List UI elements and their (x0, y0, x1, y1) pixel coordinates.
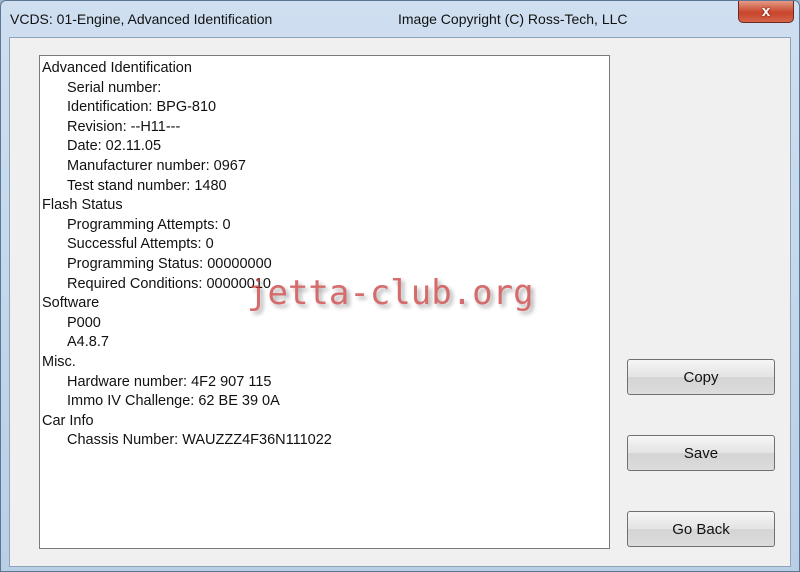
copyright-text: Image Copyright (C) Ross-Tech, LLC (398, 11, 628, 27)
info-line: Serial number: (67, 79, 162, 96)
info-line: P000 (67, 314, 101, 331)
info-line: Manufacturer number: 0967 (67, 157, 246, 174)
info-line: Immo IV Challenge: 62 BE 39 0A (67, 393, 280, 410)
watermark: jetta-club.org (247, 273, 534, 313)
save-button[interactable]: Save (627, 435, 775, 471)
info-line: Programming Status: 00000000 (67, 255, 272, 272)
window-title: VCDS: 01-Engine, Advanced Identification (10, 11, 273, 27)
close-button[interactable]: x (738, 1, 794, 23)
info-line: Programming Attempts: 0 (67, 216, 231, 233)
section-heading: Flash Status (42, 197, 123, 214)
copy-button[interactable]: Copy (627, 359, 775, 395)
info-line: Date: 02.11.05 (67, 138, 162, 155)
info-line: Identification: BPG-810 (67, 99, 217, 116)
title-bar[interactable]: VCDS: 01-Engine, Advanced Identification… (1, 1, 799, 37)
info-line: Test stand number: 1480 (67, 177, 227, 194)
go-back-button[interactable]: Go Back (627, 511, 775, 547)
info-line: Chassis Number: WAUZZZ4F36N111022 (67, 432, 332, 449)
info-line: Revision: --H11--- (67, 118, 181, 135)
info-line: Hardware number: 4F2 907 115 (67, 373, 272, 390)
section-heading: Advanced Identification (42, 60, 192, 76)
close-icon: x (761, 3, 771, 20)
info-line: A4.8.7 (67, 334, 109, 351)
section-heading: Car Info (42, 412, 94, 429)
info-line: Successful Attempts: 0 (67, 236, 214, 253)
app-window: VCDS: 01-Engine, Advanced Identification… (0, 0, 800, 572)
section-heading: Misc. (42, 353, 76, 370)
